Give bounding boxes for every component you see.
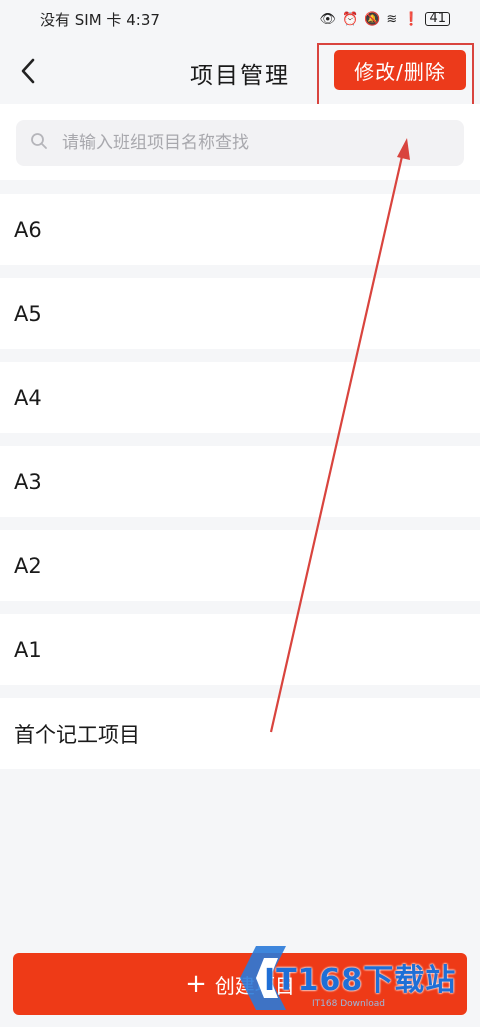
watermark-text: IT168下载站 — [264, 963, 457, 998]
battery-icon: 41 — [425, 12, 450, 26]
list-item-a2[interactable]: A2 — [0, 530, 480, 601]
alarm-icon: ⏰ — [341, 11, 359, 27]
list-item-a5[interactable]: A5 — [0, 278, 480, 349]
search-input[interactable] — [60, 132, 444, 154]
project-list: A6 A5 A4 A3 A2 A1 首个记工项目 — [0, 194, 480, 782]
alert-icon: ❗ — [403, 11, 420, 27]
clock: 4:37 — [126, 10, 160, 29]
list-item-a1[interactable]: A1 — [0, 614, 480, 685]
list-item-a6[interactable]: A6 — [0, 194, 480, 265]
list-item-first-project[interactable]: 首个记工项目 — [0, 698, 480, 769]
watermark-subtext: IT168 Download — [312, 999, 385, 1009]
search-box[interactable] — [16, 120, 464, 166]
search-section — [0, 104, 480, 180]
mute-icon: 🔕 — [364, 11, 381, 27]
list-item-a3[interactable]: A3 — [0, 446, 480, 517]
carrier-label: 没有 SIM 卡 — [40, 10, 122, 29]
carrier-time: 没有 SIM 卡 4:37 — [40, 9, 160, 30]
plus-icon: + — [185, 969, 207, 999]
eye-icon: 👁 — [319, 11, 336, 27]
wifi-icon: ≋ — [386, 11, 398, 27]
status-icons: 👁 ⏰ 🔕 ≋ ❗ 41 — [319, 12, 450, 27]
search-icon — [30, 132, 48, 154]
status-bar: 没有 SIM 卡 4:37 👁 ⏰ 🔕 ≋ ❗ 41 — [0, 0, 480, 38]
list-item-a4[interactable]: A4 — [0, 362, 480, 433]
